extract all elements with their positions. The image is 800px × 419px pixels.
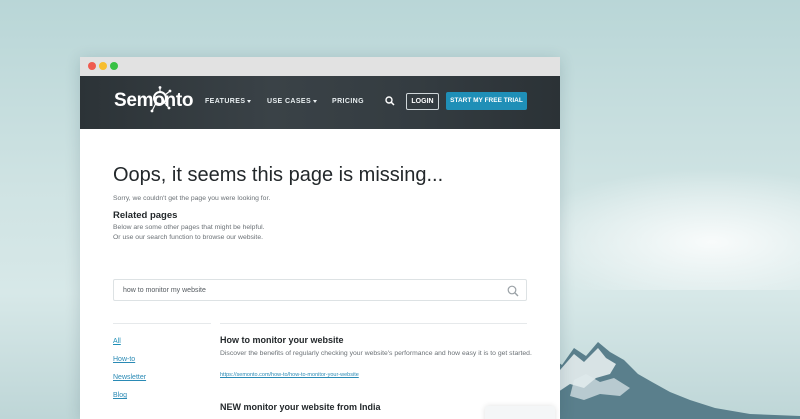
related-pages-heading: Related pages (113, 210, 178, 221)
result-title[interactable]: How to monitor your website (220, 335, 344, 345)
filter-how-to[interactable]: How-to (113, 356, 135, 363)
sorry-text: Sorry, we couldn't get the page you were… (113, 195, 271, 202)
related-line-2: Or use our search function to browse our… (113, 234, 263, 241)
result-url[interactable]: https://semonto.com/how-to/how-to-monito… (220, 372, 359, 378)
related-pages-text: Below are some other pages that might be… (113, 223, 265, 243)
chat-widget[interactable] (485, 406, 555, 419)
filter-blog[interactable]: Blog (113, 392, 127, 399)
result-title[interactable]: NEW monitor your website from India (220, 402, 381, 412)
search-input[interactable]: how to monitor my website (113, 279, 527, 301)
filter-newsletter[interactable]: Newsletter (113, 374, 146, 381)
filter-all[interactable]: All (113, 338, 121, 345)
page-body: Oops, it seems this page is missing... S… (80, 57, 560, 419)
filters-divider (113, 323, 211, 324)
search-icon[interactable] (507, 285, 519, 297)
page-title: Oops, it seems this page is missing... (113, 164, 444, 186)
results-divider (220, 323, 527, 324)
sky-cloud (520, 170, 800, 290)
related-line-1: Below are some other pages that might be… (113, 224, 265, 231)
mountain-image (540, 342, 800, 419)
search-input-value: how to monitor my website (123, 287, 206, 294)
result-description: Discover the benefits of regularly check… (220, 350, 532, 357)
